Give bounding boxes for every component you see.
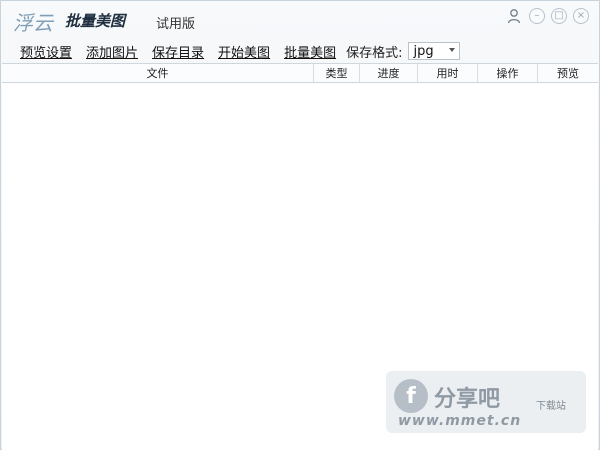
maximize-button[interactable]: □ bbox=[551, 8, 567, 24]
app-window: 浮云 批量美图 试用版 – □ × 预览设置 添加图片 保存目录 开始美图 批量… bbox=[0, 0, 600, 450]
user-icon-graphic bbox=[507, 9, 521, 24]
watermark-url: www.mmet.cn bbox=[398, 413, 522, 429]
app-name: 批量美图 bbox=[65, 12, 126, 30]
column-header-action[interactable]: 操作 bbox=[478, 64, 538, 82]
close-button[interactable]: × bbox=[573, 8, 589, 24]
titlebar: 浮云 批量美图 试用版 – □ × bbox=[1, 1, 599, 39]
maximize-icon: □ bbox=[554, 10, 564, 21]
close-icon: × bbox=[576, 10, 586, 21]
window-controls: – □ × bbox=[505, 8, 589, 24]
watermark-subtitle: 下载站 bbox=[536, 401, 566, 412]
start-beautify-link[interactable]: 开始美图 bbox=[218, 42, 270, 61]
toolbar: 预览设置 添加图片 保存目录 开始美图 批量美图 保存格式: jpg bbox=[1, 40, 599, 62]
save-format-value: jpg bbox=[413, 43, 434, 59]
app-logo: 浮云 bbox=[13, 11, 53, 35]
column-header-file[interactable]: 文件 bbox=[2, 64, 314, 82]
preview-settings-link[interactable]: 预览设置 bbox=[20, 42, 72, 61]
watermark-title: 分享吧 bbox=[434, 387, 501, 412]
minimize-icon: – bbox=[534, 10, 540, 21]
column-header-type[interactable]: 类型 bbox=[314, 64, 360, 82]
chevron-down-icon bbox=[449, 48, 456, 52]
edition-label: 试用版 bbox=[156, 17, 196, 32]
add-images-link[interactable]: 添加图片 bbox=[86, 42, 138, 61]
batch-beautify-link[interactable]: 批量美图 bbox=[284, 42, 336, 61]
column-header-time[interactable]: 用时 bbox=[418, 64, 478, 82]
user-icon[interactable] bbox=[505, 8, 523, 24]
column-header-preview[interactable]: 预览 bbox=[538, 64, 598, 82]
save-directory-link[interactable]: 保存目录 bbox=[152, 42, 204, 61]
minimize-button[interactable]: – bbox=[529, 8, 545, 24]
table-header: 文件 类型 进度 用时 操作 预览 bbox=[2, 64, 598, 83]
site-watermark: f 分享吧 下载站 www.mmet.cn bbox=[386, 371, 586, 433]
column-header-progress[interactable]: 进度 bbox=[360, 64, 418, 82]
watermark-logo-icon: f bbox=[394, 379, 428, 413]
save-format-select[interactable]: jpg bbox=[408, 42, 461, 60]
save-format-label: 保存格式: bbox=[346, 45, 403, 61]
